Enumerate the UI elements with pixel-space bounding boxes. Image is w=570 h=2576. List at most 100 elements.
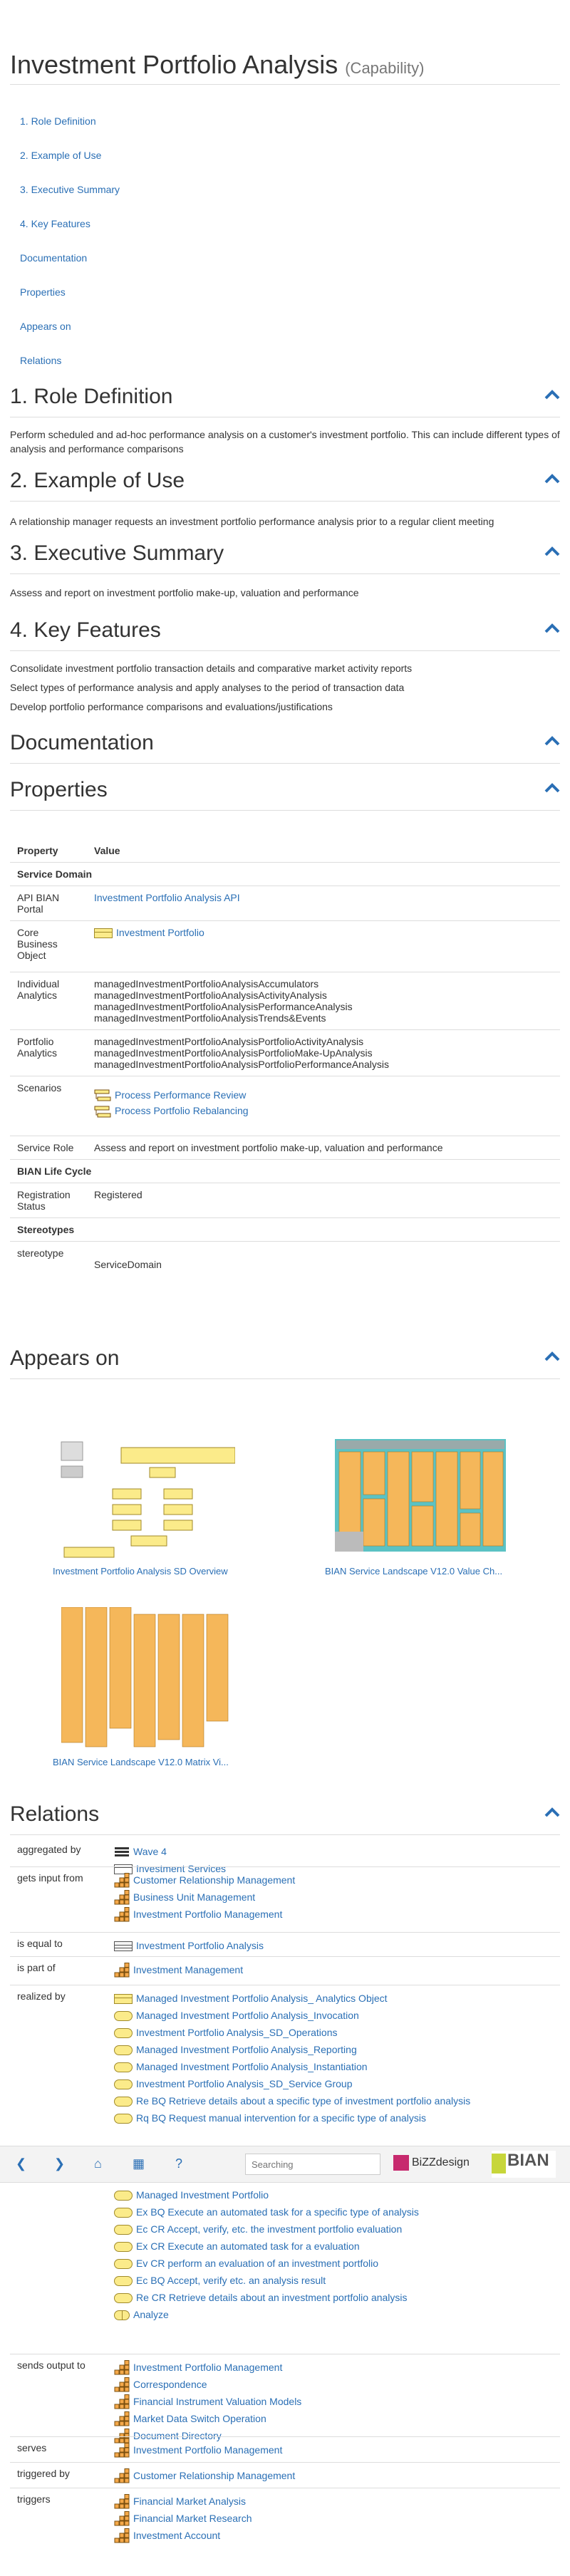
capability-icon <box>114 2494 130 2510</box>
relation-item[interactable]: Managed Investment Portfolio Analysis_Re… <box>114 2042 470 2059</box>
service-icon <box>114 2114 133 2124</box>
relation-item[interactable]: Financial Instrument Valuation Models <box>114 2394 301 2411</box>
relation-item[interactable]: Wave 4 <box>114 1844 226 1861</box>
section-heading: 3. Executive Summary <box>10 541 560 566</box>
relation-item[interactable]: Managed Investment Portfolio Analysis_ A… <box>114 1990 470 2008</box>
diagram-link[interactable]: BIAN Service Landscape V12.0 Matrix Vi..… <box>53 1757 229 1767</box>
scenario-link[interactable]: Process Performance Review <box>115 1089 246 1101</box>
chevron-up-icon[interactable] <box>544 1807 560 1818</box>
table-icon <box>114 1941 133 1952</box>
scenario-icon <box>94 1106 111 1118</box>
section-heading: Properties <box>10 778 560 802</box>
toc-item[interactable]: Documentation <box>20 252 87 264</box>
relation-item[interactable]: Financial Market Analysis <box>114 2493 252 2510</box>
scenario-link[interactable]: Process Portfolio Rebalancing <box>115 1105 249 1116</box>
chevron-up-icon[interactable] <box>544 546 560 557</box>
relation-item[interactable]: Business Unit Management <box>114 1889 295 1906</box>
toc-item[interactable]: 2. Example of Use <box>20 150 101 161</box>
forward-icon[interactable]: ❯ <box>54 2156 65 2171</box>
relation-item[interactable]: Ec BQ Accept, verify etc. an analysis re… <box>114 2273 419 2290</box>
relation-item[interactable]: Customer Relationship Management <box>114 2468 295 2485</box>
relation-item[interactable]: Ec CR Accept, verify, etc. the investmen… <box>114 2221 419 2238</box>
relation-item[interactable]: Investment Management <box>114 1962 243 1979</box>
diagram-thumbnail[interactable] <box>335 1439 506 1560</box>
relation-item[interactable]: Re BQ Retrieve details about a specific … <box>114 2093 470 2110</box>
divider <box>10 1956 560 1957</box>
core-object-link[interactable]: Investment Portfolio <box>116 927 204 938</box>
service-icon <box>114 2225 133 2235</box>
toc-item[interactable]: Appears on <box>20 321 71 332</box>
service-icon <box>114 2062 133 2073</box>
relation-label: is equal to <box>17 1938 63 1949</box>
chevron-up-icon[interactable] <box>544 623 560 634</box>
relation-item[interactable]: Investment Portfolio Analysis_SD_Service… <box>114 2076 470 2093</box>
relation-item[interactable]: Investment Portfolio Analysis_SD_Operati… <box>114 2025 470 2042</box>
toc-item[interactable]: Relations <box>20 355 61 366</box>
example-text: A relationship manager requests an inves… <box>10 516 494 527</box>
relation-item[interactable]: Ev CR perform an evaluation of an invest… <box>114 2255 419 2273</box>
chevron-up-icon[interactable] <box>544 782 560 794</box>
service-icon <box>114 2191 133 2201</box>
diagram-thumbnail[interactable] <box>61 1606 232 1750</box>
toc-item[interactable]: 4. Key Features <box>20 218 90 229</box>
capability-icon <box>114 2528 130 2544</box>
exec-text: Assess and report on investment portfoli… <box>10 587 359 598</box>
section-heading: 2. Example of Use <box>10 469 560 493</box>
capability-icon <box>114 1873 130 1889</box>
capability-icon <box>114 2511 130 2527</box>
service-icon <box>114 2293 133 2304</box>
diagram-link[interactable]: Investment Portfolio Analysis SD Overvie… <box>53 1566 228 1577</box>
chevron-up-icon[interactable] <box>544 1351 560 1362</box>
relation-item[interactable]: Investment Account <box>114 2528 252 2545</box>
relation-item[interactable]: Investment Portfolio Management <box>114 2442 282 2459</box>
feature-item: Develop portfolio performance comparison… <box>10 701 333 712</box>
function-icon <box>114 2310 130 2321</box>
relation-item[interactable]: Correspondence <box>114 2377 301 2394</box>
chevron-up-icon[interactable] <box>544 473 560 484</box>
feature-item: Select types of performance analysis and… <box>10 682 405 693</box>
relation-item[interactable]: Analyze <box>114 2307 419 2324</box>
diagram-thumbnail[interactable] <box>57 1439 236 1560</box>
relation-item[interactable]: Managed Investment Portfolio Analysis_In… <box>114 2059 470 2076</box>
role-text: Perform scheduled and ad-hoc performance… <box>10 429 560 455</box>
relation-item[interactable]: Financial Market Research <box>114 2510 252 2528</box>
service-icon <box>114 2028 133 2039</box>
properties-table: Property Value Service Domain API BIAN Po… <box>10 839 560 1279</box>
chevron-up-icon[interactable] <box>544 389 560 400</box>
relation-item[interactable]: Investment Portfolio Management <box>114 1906 295 1923</box>
toc-item[interactable]: 3. Executive Summary <box>20 184 120 195</box>
capability-icon <box>114 2377 130 2393</box>
section-heading: Appears on <box>10 1346 560 1371</box>
page-title: Investment Portfolio Analysis (Capabilit… <box>10 50 425 79</box>
relation-item[interactable]: Rq BQ Request manual intervention for a … <box>114 2110 470 2127</box>
relation-label: serves <box>17 2442 47 2453</box>
back-icon[interactable]: ❮ <box>16 2156 26 2171</box>
service-icon <box>114 2011 133 2022</box>
section-heading: 4. Key Features <box>10 618 560 643</box>
api-link[interactable]: Investment Portfolio Analysis API <box>94 892 240 903</box>
service-icon <box>114 2259 133 2270</box>
relation-item[interactable]: Market Data Switch Operation <box>114 2411 301 2428</box>
chevron-up-icon[interactable] <box>544 735 560 747</box>
relation-item[interactable]: Managed Investment Portfolio Analysis_In… <box>114 2008 470 2025</box>
relation-label: is part of <box>17 1962 56 1973</box>
toc-item[interactable]: Properties <box>20 286 66 298</box>
home-icon[interactable]: ⌂ <box>94 2156 102 2171</box>
relation-label: aggregated by <box>17 1844 81 1855</box>
toc-item[interactable]: 1. Role Definition <box>20 115 96 127</box>
relation-item[interactable]: Customer Relationship Management <box>114 1872 295 1889</box>
help-icon[interactable]: ? <box>175 2156 182 2171</box>
bottom-toolbar: ❮ ❯ ⌂ ▦ ? BiZZdesign BIAN <box>0 2146 570 2183</box>
diagram-link[interactable]: BIAN Service Landscape V12.0 Value Ch... <box>325 1566 502 1577</box>
grid-icon[interactable]: ▦ <box>133 2156 145 2171</box>
relation-item[interactable]: Investment Portfolio Management <box>114 2359 301 2377</box>
search-input[interactable] <box>245 2154 380 2175</box>
relation-item[interactable]: Ex CR Execute an automated task for a ev… <box>114 2238 419 2255</box>
relation-item[interactable]: Managed Investment Portfolio <box>114 2187 419 2204</box>
relation-item[interactable]: Re CR Retrieve details about an investme… <box>114 2290 419 2307</box>
service-icon <box>114 2208 133 2218</box>
section-heading: 1. Role Definition <box>10 385 560 409</box>
service-icon <box>114 2242 133 2253</box>
relation-item[interactable]: Investment Portfolio Analysis <box>114 1938 264 1955</box>
relation-item[interactable]: Ex BQ Execute an automated task for a sp… <box>114 2204 419 2221</box>
